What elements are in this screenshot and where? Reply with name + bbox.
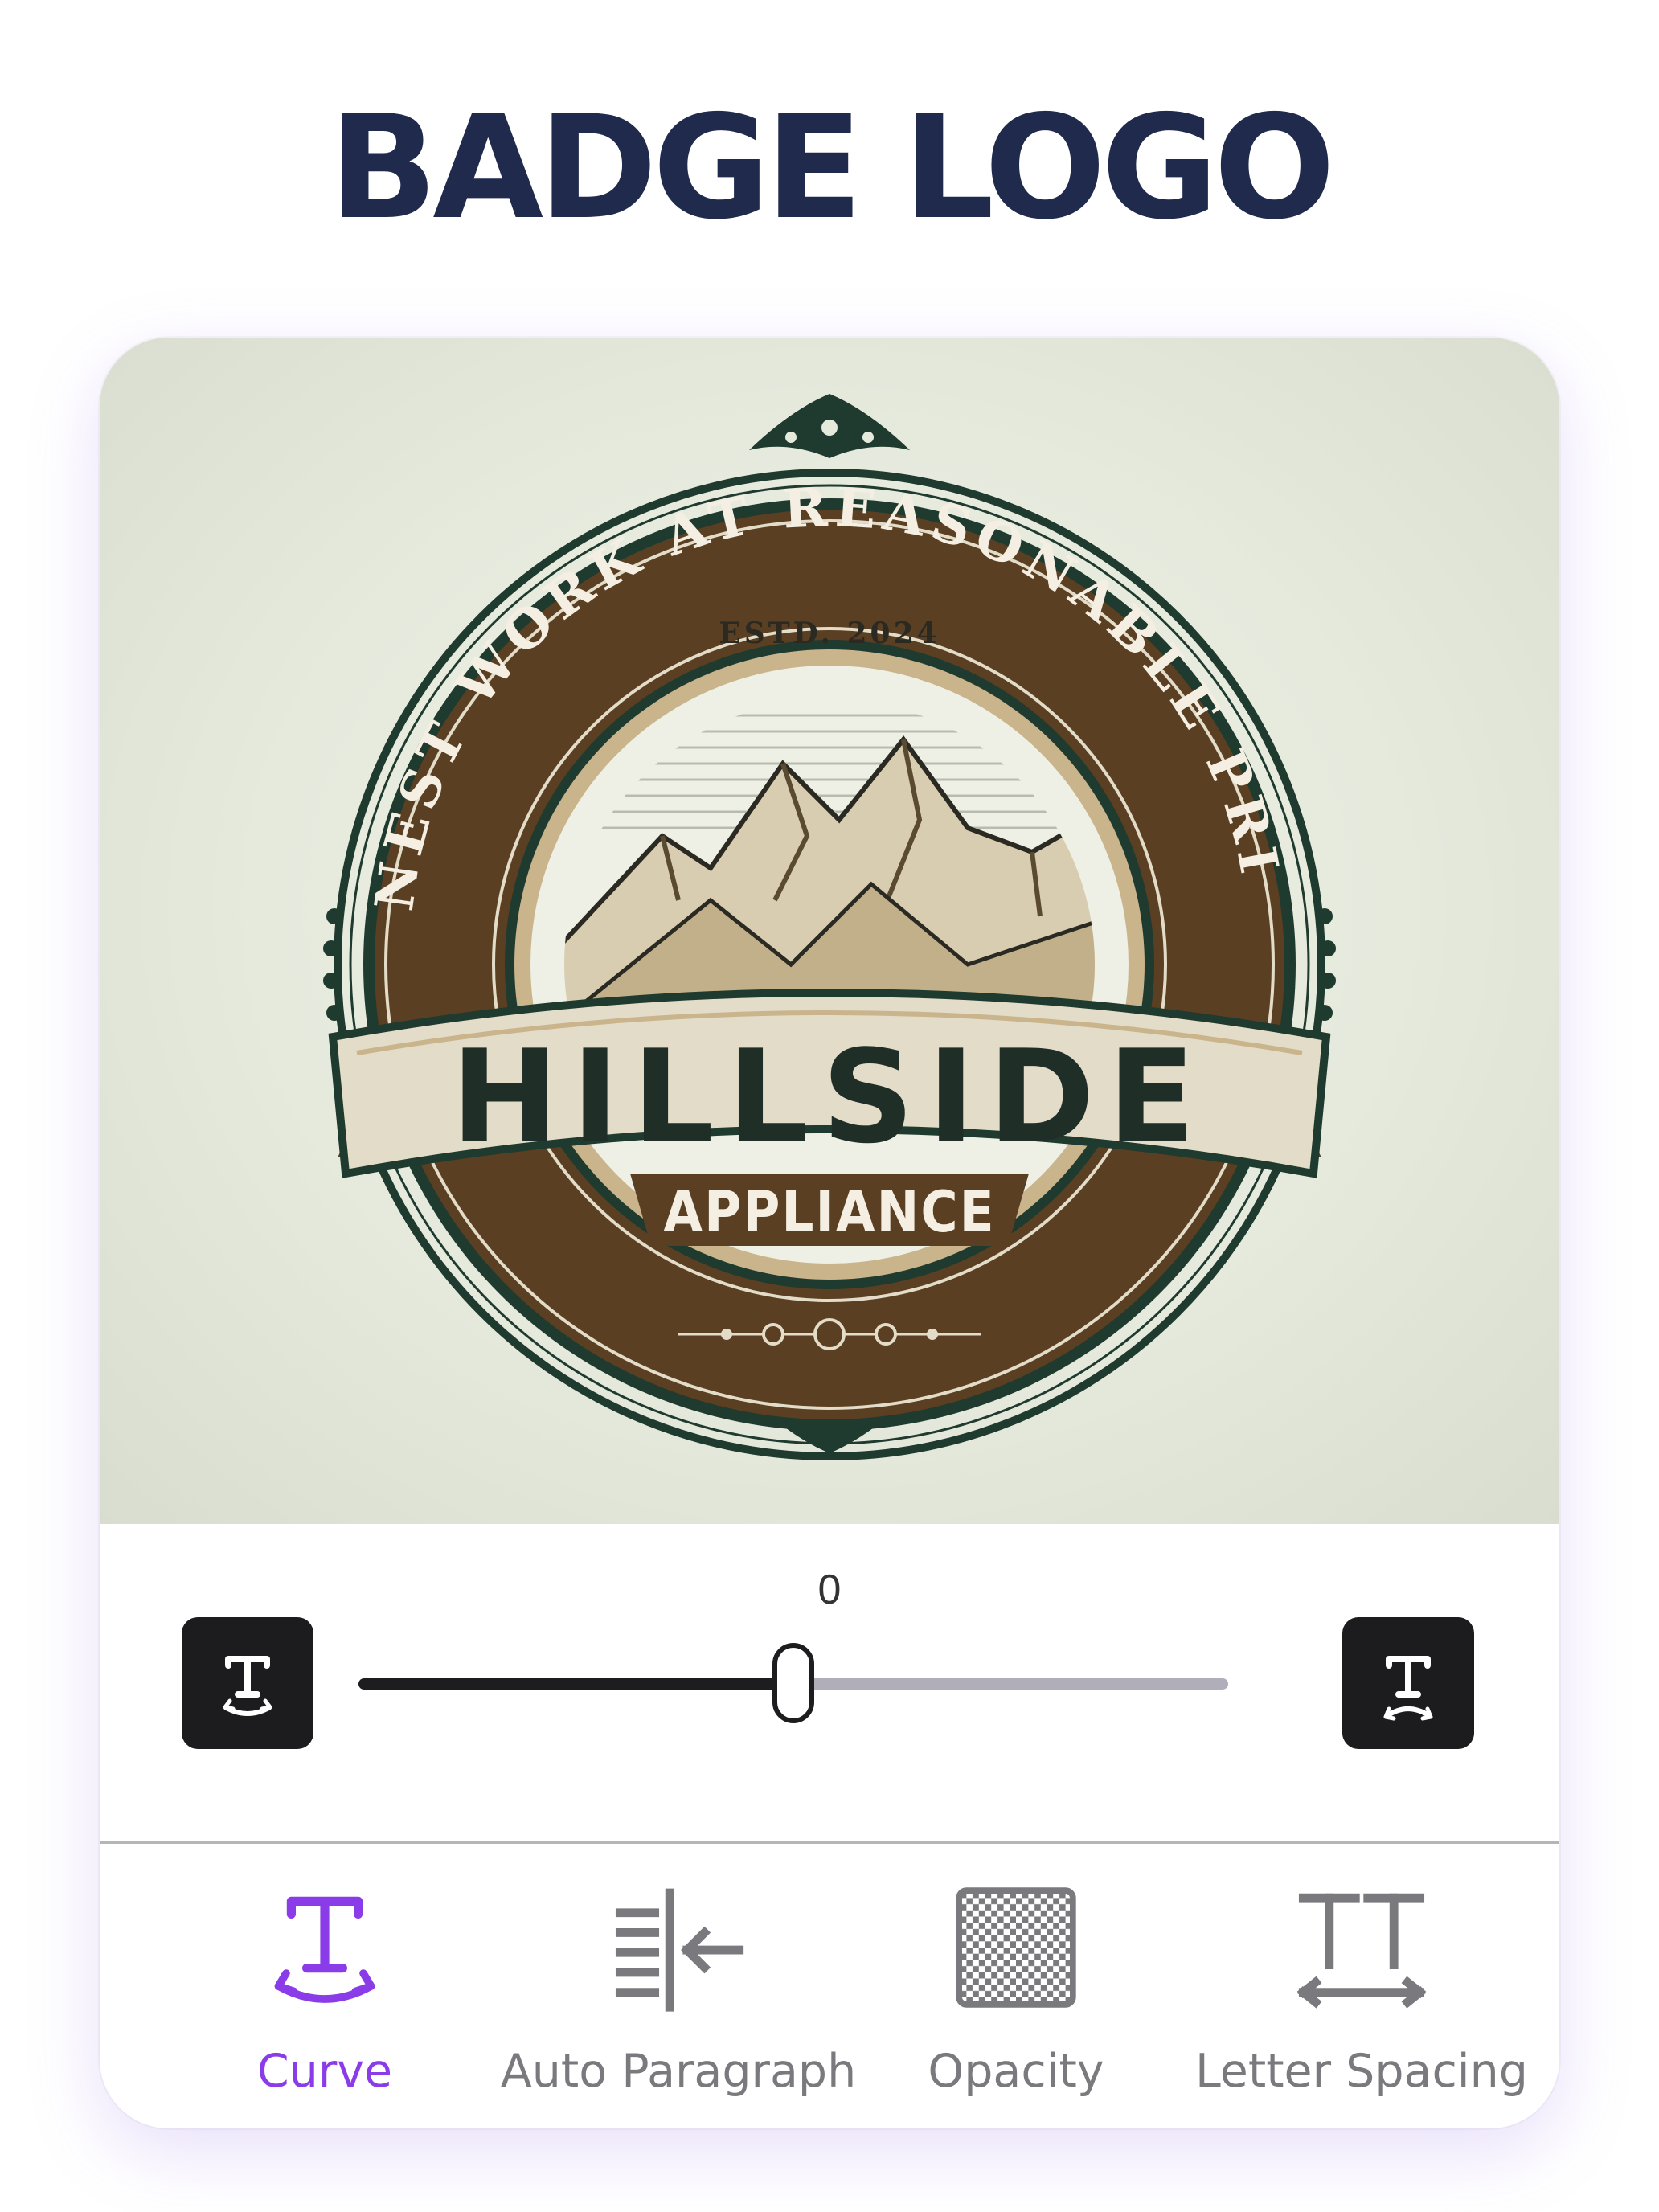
slider-track[interactable]	[793, 1678, 1228, 1690]
tab-curve-label: Curve	[256, 2045, 393, 2098]
page-title: BADGE LOGO	[328, 84, 1336, 251]
top-ornament	[749, 394, 910, 458]
slider-thumb[interactable]	[772, 1643, 814, 1723]
opacity-checker-icon	[956, 1887, 1076, 2008]
tab-curve[interactable]: Curve	[148, 1844, 502, 2128]
tab-opacity-label: Opacity	[928, 2045, 1104, 2098]
tab-auto-paragraph[interactable]: Auto Paragraph	[500, 1844, 857, 2128]
tab-auto-paragraph-label: Auto Paragraph	[500, 2045, 857, 2098]
curve-text-icon	[1383, 1656, 1433, 1721]
subbrand-text: APPLIANCE	[663, 1179, 995, 1245]
curve-down-button[interactable]	[182, 1617, 313, 1749]
tab-opacity[interactable]: Opacity	[855, 1844, 1177, 2128]
tab-letter-spacing[interactable]: Letter Spacing	[1177, 1844, 1546, 2128]
letter-spacing-icon	[1296, 1893, 1427, 2009]
design-canvas[interactable]: HONEST WORK AT REASONABLE PRICES ESTD. 2…	[100, 338, 1559, 1524]
badge-logo[interactable]: HONEST WORK AT REASONABLE PRICES ESTD. 2…	[100, 338, 1559, 1524]
slider-value-label: 0	[817, 1567, 842, 1613]
curve-text-icon	[274, 1896, 375, 2003]
curve-text-icon	[223, 1656, 272, 1716]
editor-card: HONEST WORK AT REASONABLE PRICES ESTD. 2…	[100, 338, 1559, 2128]
brand-text: HILLSIDE	[451, 1022, 1208, 1172]
established-text: ESTD. 2024	[719, 616, 940, 650]
bottom-toolbar: Curve Auto Paragraph Opacity Letter Spac…	[100, 1844, 1559, 2128]
slider-track-filled[interactable]	[358, 1678, 793, 1690]
curve-up-button[interactable]	[1342, 1617, 1474, 1749]
auto-paragraph-icon	[615, 1888, 744, 2012]
tab-letter-spacing-label: Letter Spacing	[1195, 2045, 1528, 2098]
